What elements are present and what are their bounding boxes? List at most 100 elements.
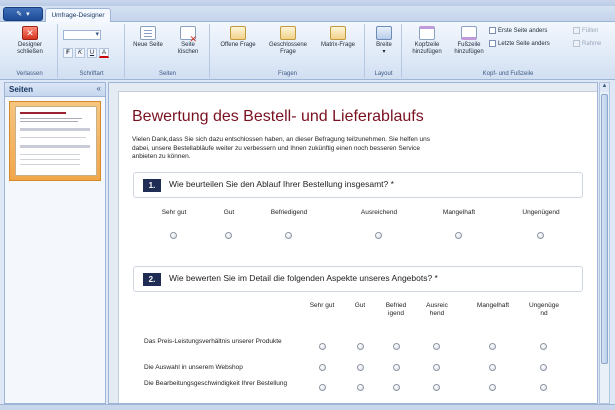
scrollbar-thumb[interactable] xyxy=(601,94,608,364)
font-select[interactable] xyxy=(63,30,101,40)
footer-icon xyxy=(461,26,477,40)
q2-row3-radio[interactable] xyxy=(489,384,496,391)
q2-row2-radio[interactable] xyxy=(357,364,364,371)
letzte-seite-anders-checkbox[interactable]: Letzte Seite anders xyxy=(489,40,550,47)
app-menu-button[interactable]: ✎ ▾ xyxy=(3,7,43,21)
status-bar xyxy=(0,404,615,410)
group-verlassen: ✕ Designer schließen Verlassen xyxy=(2,24,58,78)
border-icon xyxy=(573,40,580,47)
q2-row2-radio[interactable] xyxy=(433,364,440,371)
q2-row1-radio[interactable] xyxy=(319,343,326,350)
bold-button[interactable]: F xyxy=(63,48,73,58)
thumb-line xyxy=(20,145,90,148)
q1-radio-sehr-gut[interactable] xyxy=(170,232,177,239)
group-label: Schriftart xyxy=(79,71,104,77)
q2-row3-radio[interactable] xyxy=(357,384,364,391)
thumb-line xyxy=(20,164,80,165)
scale-label: Mangelhaft xyxy=(476,302,510,309)
kopfzeile-button[interactable]: Kopfzeile hinzufügen xyxy=(407,26,447,56)
checkbox-box xyxy=(489,27,496,34)
page-thumbnail-preview xyxy=(15,106,97,176)
font-color-button[interactable]: A xyxy=(99,48,109,58)
neue-seite-button[interactable]: Neue Seite xyxy=(130,26,166,49)
pages-pane-header: Seiten xyxy=(5,83,105,97)
question-1-box[interactable]: 1. Wie beurteilen Sie den Ablauf Ihrer B… xyxy=(133,172,583,198)
scroll-up-icon[interactable]: ▲ xyxy=(600,83,609,92)
q2-row1-radio[interactable] xyxy=(433,343,440,350)
q1-radio-ungenuegend[interactable] xyxy=(537,232,544,239)
open-question-icon xyxy=(230,26,246,40)
scale-label: Befriedigend xyxy=(270,209,308,216)
thumb-line xyxy=(20,121,78,122)
q2-row2-radio[interactable] xyxy=(393,364,400,371)
scale-label: Ausreichend xyxy=(426,302,448,317)
tab-umfrage-designer[interactable]: Umfrage-Designer xyxy=(45,8,111,22)
close-icon: ✕ xyxy=(22,26,38,40)
thumb-line xyxy=(20,137,86,138)
q2-row1-radio[interactable] xyxy=(357,343,364,350)
erste-seite-anders-checkbox[interactable]: Erste Seite anders xyxy=(489,27,547,34)
seite-loeschen-button[interactable]: Seite löschen xyxy=(170,26,206,56)
offene-frage-button[interactable]: Offene Frage xyxy=(215,26,261,49)
survey-page[interactable]: Bewertung des Bestell- und Lieferablaufs… xyxy=(118,91,597,403)
matrix-row-label: Die Bearbeitungsgeschwindigkeit Ihrer Be… xyxy=(144,380,288,387)
italic-button[interactable]: K xyxy=(75,48,85,58)
scale-label: Befriedigend xyxy=(385,302,407,317)
thumb-line xyxy=(20,154,80,155)
q2-row2-radio[interactable] xyxy=(540,364,547,371)
q2-row1-radio[interactable] xyxy=(489,343,496,350)
scale-label: Ausreichend xyxy=(360,209,398,216)
group-schriftart: F K U A Schriftart xyxy=(59,24,125,78)
matrix-frage-button[interactable]: Matrix-Frage xyxy=(315,26,361,49)
intro-text[interactable]: Vielen Dank,dass Sie sich dazu entschlos… xyxy=(132,136,432,162)
q1-radio-gut[interactable] xyxy=(225,232,232,239)
q2-row1-radio[interactable] xyxy=(540,343,547,350)
scale-label: Ungenügend xyxy=(522,209,560,216)
q1-radio-befriedigend[interactable] xyxy=(285,232,292,239)
vertical-scrollbar[interactable]: ▲ xyxy=(599,82,610,404)
fuellen-button: Füllen xyxy=(573,27,598,34)
group-label: Layout xyxy=(374,71,393,77)
breite-button[interactable]: Breite ▾ xyxy=(369,26,399,56)
group-label: Verlassen xyxy=(16,71,43,77)
closed-question-icon xyxy=(280,26,296,40)
page-thumbnail-selected[interactable] xyxy=(9,101,101,181)
scale-label: Sehr gut xyxy=(309,302,335,309)
q2-row3-radio[interactable] xyxy=(393,384,400,391)
fusszeile-button[interactable]: Fußzeile hinzufügen xyxy=(449,26,489,56)
q2-row3-radio[interactable] xyxy=(433,384,440,391)
ribbon-tab-row: ✎ ▾ Umfrage-Designer xyxy=(0,6,615,22)
thumb-line xyxy=(20,118,82,119)
q2-row2-radio[interactable] xyxy=(489,364,496,371)
question-text: Wie bewerten Sie im Detail die folgenden… xyxy=(169,273,438,283)
rahmen-button: Rahme xyxy=(573,40,601,47)
q1-radio-mangelhaft[interactable] xyxy=(455,232,462,239)
scale-label: Gut xyxy=(354,302,366,309)
checkbox-box xyxy=(489,40,496,47)
q1-radio-ausreichend[interactable] xyxy=(375,232,382,239)
geschlossene-frage-button[interactable]: Geschlossene Frage xyxy=(263,26,313,56)
matrix-row-label: Das Preis-Leistungsverhältnis unserer Pr… xyxy=(144,338,282,345)
group-fragen: Offene Frage Geschlossene Frage Matrix-F… xyxy=(211,24,365,78)
underline-button[interactable]: U xyxy=(87,48,97,58)
q2-row1-radio[interactable] xyxy=(393,343,400,350)
ribbon: ✕ Designer schließen Verlassen F K U A S… xyxy=(0,22,615,80)
new-page-icon xyxy=(140,26,156,40)
q2-row2-radio[interactable] xyxy=(319,364,326,371)
matrix-row-label: Die Auswahl in unserem Webshop xyxy=(144,364,243,371)
question-number: 2. xyxy=(143,273,161,286)
pages-pane: Seiten « xyxy=(4,82,106,404)
matrix-question-icon xyxy=(330,26,346,40)
q2-row3-radio[interactable] xyxy=(319,384,326,391)
width-icon xyxy=(376,26,392,40)
scale-label: Sehr gut xyxy=(161,209,187,216)
q2-row3-radio[interactable] xyxy=(540,384,547,391)
thumb-line xyxy=(20,159,80,160)
scale-label: Gut xyxy=(223,209,235,216)
scale-label: Mangelhaft xyxy=(442,209,476,216)
question-2-box[interactable]: 2. Wie bewerten Sie im Detail die folgen… xyxy=(133,266,583,292)
fill-icon xyxy=(573,27,580,34)
page-title[interactable]: Bewertung des Bestell- und Lieferablaufs xyxy=(132,108,424,126)
designer-schliessen-button[interactable]: ✕ Designer schließen xyxy=(8,26,52,56)
collapse-pane-button[interactable]: « xyxy=(97,84,101,93)
